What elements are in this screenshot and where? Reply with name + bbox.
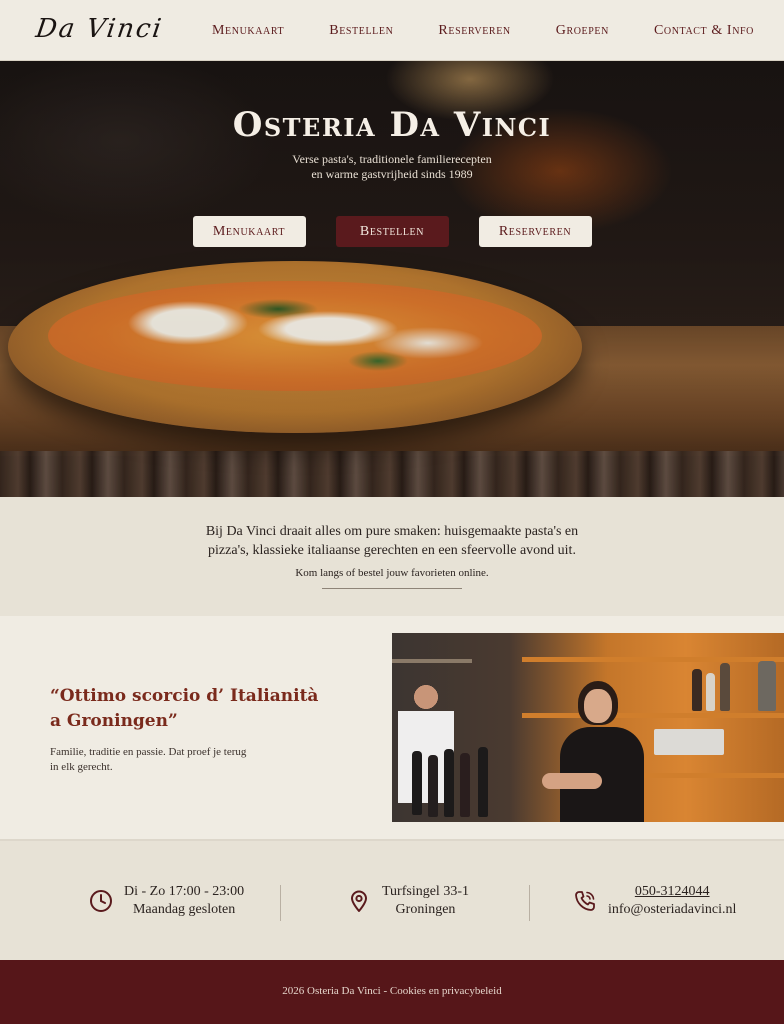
address-line-2: Groningen — [395, 902, 456, 917]
privacy-link[interactable]: Cookies en privacybeleid — [390, 985, 502, 997]
opening-hours-line-2: Maandag gesloten — [132, 902, 236, 917]
logo[interactable]: Da Vinci — [34, 14, 165, 44]
photo-shelf — [642, 773, 784, 778]
hero-subtitle-line-1: Verse pasta's, traditionele familierecep… — [292, 152, 492, 166]
intro-text-line-2: pizza's, klassieke italiaanse gerechten … — [208, 543, 576, 558]
photo-shelf — [522, 657, 784, 662]
story-quote-line-2: a Groningen” — [50, 711, 178, 731]
address-line-1: Turfsingel 33-1 — [382, 884, 469, 899]
nav-link-reserveren[interactable]: Reserveren — [438, 23, 510, 39]
opening-hours-line-1: Di - Zo 17:00 - 23:00 — [124, 884, 245, 899]
hero-subtitle: Verse pasta's, traditionele familierecep… — [0, 152, 784, 182]
photo-bottle — [412, 751, 422, 815]
photo-bottle — [720, 663, 730, 711]
intro-text: Bij Da Vinci draait alles om pure smaken… — [0, 522, 784, 560]
footer-copyright: 2026 Osteria Da Vinci - — [282, 985, 390, 997]
waitress-face — [584, 689, 612, 723]
story-text-line-1: Familie, traditie en passie. Dat proef j… — [50, 746, 247, 758]
nav-link-groepen[interactable]: Groepen — [556, 23, 609, 39]
photo-bottle — [706, 673, 715, 711]
info-divider — [529, 885, 530, 921]
hero-reserveren-button[interactable]: Reserveren — [478, 216, 592, 247]
intro-section: Bij Da Vinci draait alles om pure smaken… — [0, 497, 784, 616]
photo-bottle — [428, 755, 438, 817]
hero-title: Osteria Da Vinci — [232, 105, 552, 145]
story-section: “Ottimo scorcio d’ Italianità a Groninge… — [0, 616, 784, 841]
story-text: Familie, traditie en passie. Dat proef j… — [50, 745, 350, 775]
footer: 2026 Osteria Da Vinci - Cookies en priva… — [0, 960, 784, 1024]
intro-divider — [322, 588, 462, 589]
hero-buttons: Menukaart Bestellen Reserveren — [0, 216, 784, 247]
nav-link-menukaart[interactable]: Menukaart — [212, 23, 284, 39]
intro-text-line-1: Bij Da Vinci draait alles om pure smaken… — [205, 524, 579, 539]
contact-text: 050-3124044 info@osteriadavinci.nl — [608, 883, 736, 919]
waitress-arm — [542, 773, 602, 789]
phone-icon — [572, 888, 598, 914]
contact: 050-3124044 info@osteriadavinci.nl — [572, 881, 736, 921]
restaurant-bar-photo — [392, 633, 784, 822]
photo-bottle — [758, 661, 776, 711]
opening-hours-text: Di - Zo 17:00 - 23:00 Maandag gesloten — [124, 883, 244, 919]
photo-machine — [654, 729, 724, 755]
story-text-line-2: in elk gerecht. — [50, 761, 113, 773]
photo-shelf — [392, 659, 472, 663]
map-pin-icon — [346, 888, 372, 914]
footer-text: 2026 Osteria Da Vinci - Cookies en priva… — [0, 985, 784, 997]
photo-bottle — [444, 749, 454, 817]
photo-bottle — [478, 747, 488, 817]
hero-bestellen-button[interactable]: Bestellen — [335, 216, 449, 247]
hero-subtitle-line-2: en warme gastvrijheid sinds 1989 — [311, 167, 473, 181]
photo-waitress — [542, 681, 652, 822]
intro-cta: Kom langs of bestel jouw favorieten onli… — [295, 567, 489, 579]
opening-hours: Di - Zo 17:00 - 23:00 Maandag gesloten — [88, 881, 244, 921]
address-text: Turfsingel 33-1 Groningen — [382, 883, 469, 919]
top-navigation: Da Vinci Menukaart Bestellen Reserveren … — [0, 0, 784, 61]
nav-link-contact-info[interactable]: Contact & Info — [654, 23, 754, 39]
address: Turfsingel 33-1 Groningen — [346, 881, 469, 921]
photo-bottle — [692, 669, 702, 711]
photo-bottle — [460, 753, 470, 817]
nav-links: Menukaart Bestellen Reserveren Groepen C… — [212, 0, 754, 61]
phone-link[interactable]: 050-3124044 — [608, 883, 736, 901]
hero-menukaart-button[interactable]: Menukaart — [192, 216, 306, 247]
hero-section: Osteria Da Vinci Verse pasta's, traditio… — [0, 61, 784, 497]
clock-icon — [88, 888, 114, 914]
info-divider — [280, 885, 281, 921]
email-link[interactable]: info@osteriadavinci.nl — [608, 901, 736, 919]
story-quote-line-1: “Ottimo scorcio d’ Italianità — [50, 686, 319, 706]
nav-link-bestellen[interactable]: Bestellen — [329, 23, 393, 39]
story-quote: “Ottimo scorcio d’ Italianità a Groninge… — [50, 684, 350, 734]
info-section: Di - Zo 17:00 - 23:00 Maandag gesloten T… — [0, 841, 784, 960]
